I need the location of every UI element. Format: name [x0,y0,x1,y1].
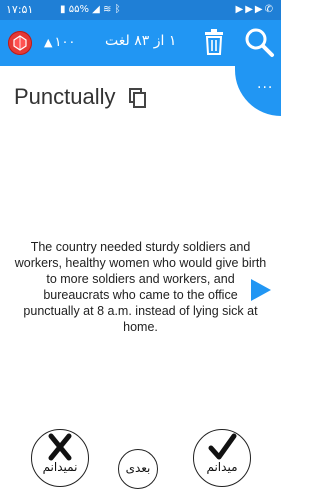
cross-icon [48,433,72,461]
play-arrow-icon[interactable] [251,279,271,305]
youtube-icon: ▶ [235,4,246,15]
whatsapp-icon: ✆ [264,4,275,15]
wifi-icon: ≋ [103,4,112,15]
trash-icon[interactable] [203,29,225,59]
definition-text: The country needed sturdy soldiers and w… [14,240,267,334]
next-button[interactable]: بعدی [118,449,158,489]
battery-level: ۵۵% [68,4,89,15]
status-bar: ۱۷:۵۱ ▮ ۵۵% ◢ ≋ ᛒ ▶▶▶✆ [0,0,281,20]
search-icon[interactable] [243,26,275,62]
word-title: Punctually [14,84,116,109]
more-icon: ... [257,76,274,92]
know-label: میدانم [206,460,238,474]
red-gem-icon[interactable] [8,31,32,55]
bluetooth-icon: ᛒ [114,4,121,15]
status-battery: ▮ ۵۵% ◢ ≋ ᛒ [60,4,121,15]
youtube-icon: ▶ [254,4,265,15]
copy-icon[interactable] [129,88,147,112]
check-icon [208,433,237,460]
signal-icon: ◢ [92,4,100,15]
word-counter: ۱ از ۸۳ لغت [105,33,177,49]
dont-know-button[interactable]: نمیدانم [31,429,89,487]
score: ▲ ۱۰۰ [44,35,75,50]
youtube-icon: ▶ [245,4,255,15]
up-triangle-icon: ▲ [44,36,53,49]
menu-button[interactable]: ... [235,66,281,116]
score-value: ۱۰۰ [54,35,76,50]
status-time: ۱۷:۵۱ [6,3,34,16]
dont-know-label: نمیدانم [42,460,78,474]
next-label: بعدی [125,461,151,475]
know-button[interactable]: میدانم [193,429,251,487]
app-bar: ▲ ۱۰۰ ۱ از ۸۳ لغت [0,20,281,66]
notification-icons: ▶▶▶✆ [236,4,276,15]
battery-icon: ▮ [60,4,66,15]
